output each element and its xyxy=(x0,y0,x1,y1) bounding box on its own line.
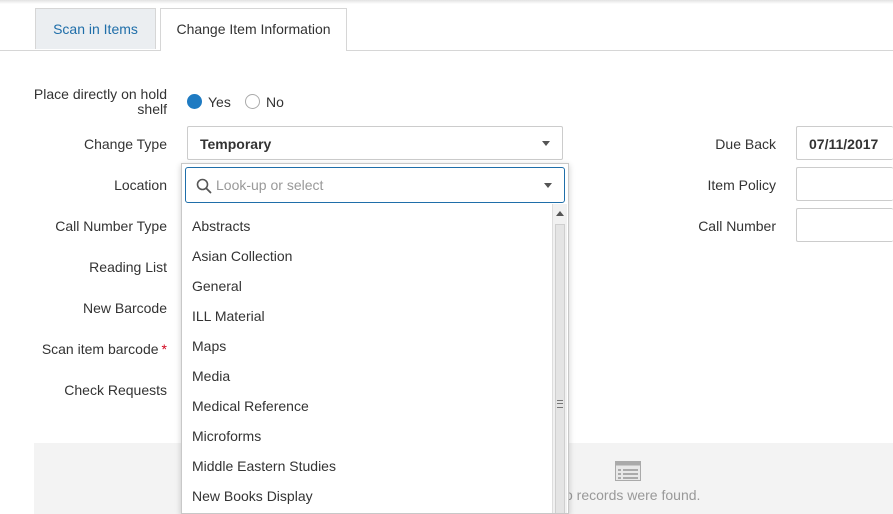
call-number-field[interactable] xyxy=(796,208,893,242)
item-policy-field[interactable] xyxy=(796,167,893,201)
location-option[interactable]: Maps xyxy=(192,338,226,354)
required-marker: * xyxy=(161,341,167,357)
hold-shelf-yes-label[interactable]: Yes xyxy=(208,94,231,110)
tab-label: Scan in Items xyxy=(53,21,138,37)
change-type-value: Temporary xyxy=(200,136,272,152)
scrollbar-thumb[interactable] xyxy=(555,224,565,513)
list-icon xyxy=(615,461,641,481)
location-label: Location xyxy=(114,177,167,193)
location-option[interactable]: General xyxy=(192,278,242,294)
dropdown-scrollbar[interactable] xyxy=(552,204,567,513)
scan-item-barcode-label: Scan item barcode * xyxy=(42,341,167,357)
call-number-label: Call Number xyxy=(698,218,776,234)
search-icon xyxy=(196,178,212,194)
location-option[interactable]: Microforms xyxy=(192,428,261,444)
location-option[interactable]: Abstracts xyxy=(192,218,250,234)
hold-shelf-no-radio[interactable] xyxy=(245,94,260,109)
reading-list-label: Reading List xyxy=(89,259,167,275)
item-policy-label: Item Policy xyxy=(707,177,776,193)
change-type-label: Change Type xyxy=(83,136,167,152)
tab-scan-in-items[interactable]: Scan in Items xyxy=(35,8,156,49)
hold-shelf-label: Place directly on hold shelf xyxy=(33,86,167,117)
no-records-text: o records were found. xyxy=(565,487,701,503)
due-back-field[interactable]: 07/11/2017 xyxy=(796,126,893,160)
call-number-type-label: Call Number Type xyxy=(55,218,167,234)
tab-label: Change Item Information xyxy=(176,21,331,37)
chevron-down-icon[interactable] xyxy=(544,183,552,188)
new-barcode-label: New Barcode xyxy=(82,300,167,316)
hold-shelf-yes-radio[interactable] xyxy=(187,94,202,109)
location-search-box[interactable] xyxy=(185,167,565,203)
change-type-select[interactable]: Temporary xyxy=(187,126,563,160)
location-dropdown: Abstracts Asian Collection General ILL M… xyxy=(181,163,569,514)
location-option[interactable]: Media xyxy=(192,368,230,384)
scroll-up-arrow-icon[interactable] xyxy=(556,211,564,216)
location-option[interactable]: Middle Eastern Studies xyxy=(192,458,336,474)
scan-item-barcode-text: Scan item barcode xyxy=(41,341,159,357)
due-back-value: 07/11/2017 xyxy=(809,136,879,152)
check-requests-label: Check Requests xyxy=(64,382,167,398)
location-option[interactable]: Medical Reference xyxy=(192,398,309,414)
grip-icon xyxy=(557,400,563,408)
tab-change-item-information[interactable]: Change Item Information xyxy=(160,8,347,51)
location-option[interactable]: ILL Material xyxy=(192,308,265,324)
location-option[interactable]: New Books Display xyxy=(192,488,313,504)
tab-bar: Scan in Items Change Item Information xyxy=(0,8,893,51)
hold-shelf-no-label[interactable]: No xyxy=(266,94,284,110)
due-back-label: Due Back xyxy=(715,136,776,152)
location-option[interactable]: Asian Collection xyxy=(192,248,292,264)
location-search-input[interactable] xyxy=(216,176,516,194)
chevron-down-icon xyxy=(542,141,550,146)
top-shadow xyxy=(0,0,893,4)
